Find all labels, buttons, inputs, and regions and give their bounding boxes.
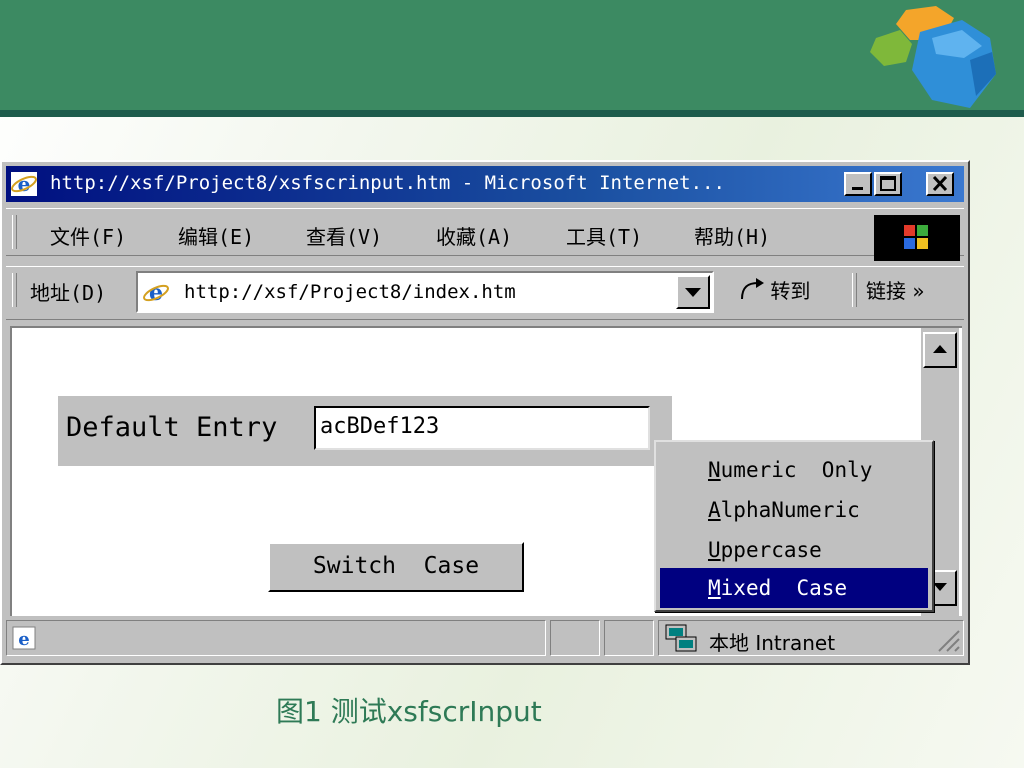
status-pane (604, 620, 654, 656)
status-main-pane: e (6, 620, 546, 656)
switch-case-button[interactable]: Switch Case (268, 542, 524, 592)
svg-text:e: e (18, 172, 31, 196)
address-dropdown-button[interactable] (676, 275, 710, 309)
ie-page-icon: e (12, 626, 36, 650)
minimize-button[interactable] (844, 172, 872, 196)
entry-panel: Default Entry acBDef123 (58, 396, 672, 466)
menu-bar: 文件(F) 编辑(E) 查看(V) 收藏(A) 工具(T) 帮助(H) (6, 208, 964, 261)
status-pane (550, 620, 600, 656)
ie-page-icon: e (143, 280, 169, 305)
throbber (874, 215, 960, 261)
menu-item-numeric-only[interactable]: Numeric Only (660, 450, 928, 490)
figure-caption: 图1 测试xsfscrInput (276, 695, 542, 728)
resize-grip-icon[interactable] (933, 625, 961, 653)
svg-text:e: e (149, 280, 163, 305)
menu-view[interactable]: 查看(V) (306, 221, 382, 250)
scroll-up-button[interactable] (923, 332, 957, 368)
menu-item-label: AlphaNumeric (708, 498, 860, 522)
close-button[interactable] (926, 172, 954, 196)
security-zone-label: 本地 Intranet (709, 631, 836, 655)
toolbar-grip[interactable] (12, 273, 17, 307)
svg-text:e: e (18, 629, 29, 650)
maximize-button[interactable] (874, 172, 902, 196)
menu-item-mixed-case[interactable]: Mixed Case (660, 568, 928, 608)
toolbar-grip[interactable] (852, 273, 857, 307)
address-field[interactable]: e http://xsf/Project8/index.htm (136, 271, 714, 313)
menu-tools[interactable]: 工具(T) (566, 221, 642, 250)
menu-favorites[interactable]: 收藏(A) (436, 221, 512, 250)
intranet-icon (665, 624, 697, 652)
menu-item-label: Numeric Only (708, 458, 873, 482)
go-button[interactable]: 转到 (738, 275, 810, 304)
menu-item-uppercase[interactable]: Uppercase (660, 530, 928, 570)
case-context-menu: Numeric Only AlphaNumeric Uppercase Mixe… (654, 440, 934, 612)
title-bar[interactable]: e http://xsf/Project8/xsfscrinput.htm - … (6, 166, 964, 202)
toolbar-grip[interactable] (12, 215, 17, 249)
close-icon (932, 176, 948, 192)
menu-file[interactable]: 文件(F) (50, 221, 126, 250)
status-zone-pane: 本地 Intranet (658, 620, 964, 656)
address-label: 地址(D) (30, 281, 107, 305)
links-button[interactable]: 链接 » (866, 275, 925, 304)
go-arrow-icon (741, 278, 764, 300)
chevron-down-icon (685, 288, 701, 297)
default-entry-label: Default Entry (66, 412, 278, 443)
maximize-icon (880, 176, 896, 191)
menu-item-alphanumeric[interactable]: AlphaNumeric (660, 490, 928, 530)
menu-item-label: Mixed Case (708, 576, 848, 600)
menu-help[interactable]: 帮助(H) (694, 221, 770, 250)
menu-item-label: Uppercase (708, 538, 822, 562)
windows-logo-icon (904, 225, 928, 249)
window-title: http://xsf/Project8/xsfscrinput.htm - Mi… (50, 172, 725, 194)
default-entry-input[interactable]: acBDef123 (314, 406, 650, 450)
address-url: http://xsf/Project8/index.htm (184, 281, 516, 303)
address-bar: 地址(D) e http://xsf/Project8/index.htm 转到… (6, 266, 964, 320)
minimize-icon (852, 187, 863, 190)
puzzle-cubes-logo (870, 6, 996, 108)
go-label: 转到 (770, 279, 811, 303)
arrow-up-icon (933, 345, 947, 353)
ie-icon: e (11, 172, 37, 196)
status-bar: e 本地 Intranet (6, 618, 964, 660)
menu-edit[interactable]: 编辑(E) (178, 221, 254, 250)
